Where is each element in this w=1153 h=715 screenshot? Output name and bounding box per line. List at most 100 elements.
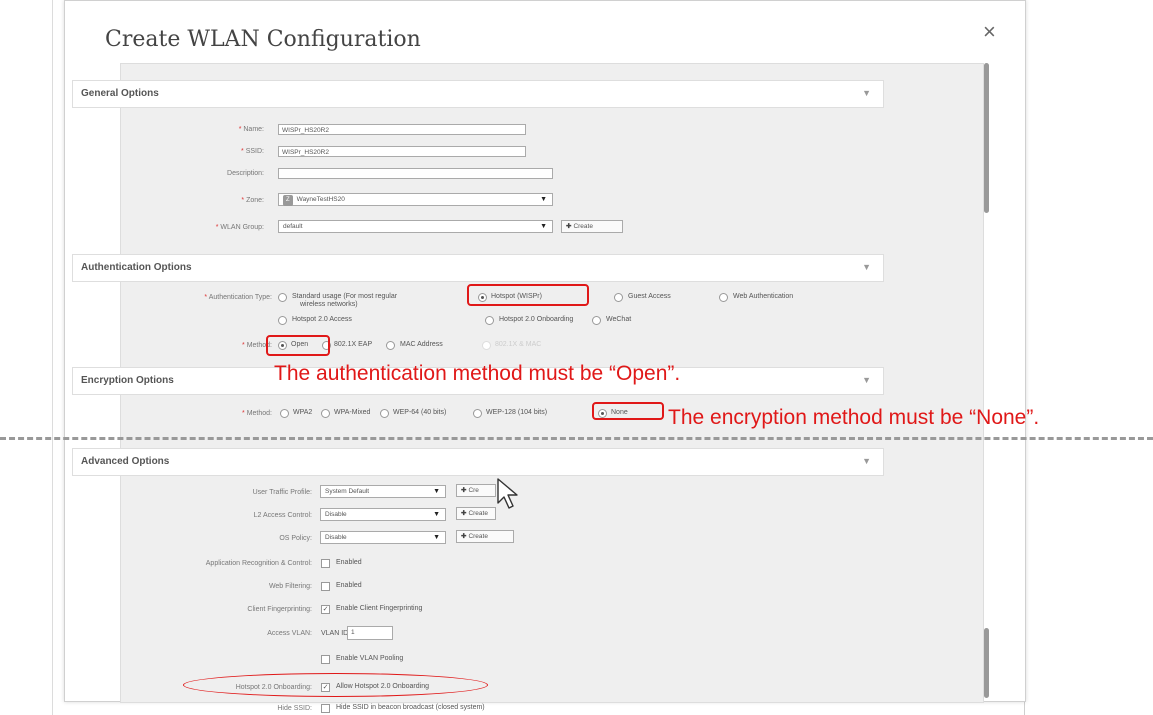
zone-value: WayneTestHS20 bbox=[296, 196, 345, 203]
auth-hotspot20-onboarding-label: Hotspot 2.0 Onboarding bbox=[499, 316, 574, 323]
hide-ssid-text: Hide SSID in beacon broadcast (closed sy… bbox=[336, 704, 485, 711]
enc-wpa2-radio[interactable] bbox=[280, 409, 289, 418]
section-title: Encryption Options bbox=[81, 375, 174, 386]
l2-access-label: L2 Access Control: bbox=[253, 512, 312, 519]
section-authentication-options[interactable]: Authentication Options ▼ bbox=[72, 254, 884, 282]
section-title: General Options bbox=[81, 88, 159, 99]
create-os-policy-button[interactable]: ✚ Create bbox=[456, 530, 514, 543]
enc-wep128-label: WEP-128 (104 bits) bbox=[486, 409, 548, 416]
plus-icon: ✚ bbox=[461, 510, 467, 517]
auth-wechat-radio[interactable] bbox=[592, 316, 601, 325]
plus-icon: ✚ bbox=[461, 533, 467, 540]
highlight-hotspot-wispr bbox=[467, 284, 589, 306]
auth-hotspot20-access-label: Hotspot 2.0 Access bbox=[292, 316, 352, 323]
chevron-down-icon: ▼ bbox=[433, 488, 440, 495]
plus-icon: ✚ bbox=[461, 487, 467, 494]
enc-wpa2-label: WPA2 bbox=[293, 409, 313, 416]
vlan-pooling-checkbox[interactable] bbox=[321, 655, 330, 664]
app-recognition-checkbox[interactable] bbox=[321, 559, 330, 568]
dashed-divider bbox=[0, 437, 1153, 440]
enc-wep64-label: WEP-64 (40 bits) bbox=[393, 409, 447, 416]
chevron-down-icon[interactable]: ▼ bbox=[862, 88, 871, 98]
chevron-down-icon: ▼ bbox=[433, 534, 440, 541]
ssid-label: * SSID: bbox=[241, 148, 264, 155]
chevron-down-icon[interactable]: ▼ bbox=[862, 375, 871, 385]
chevron-down-icon: ▼ bbox=[433, 511, 440, 518]
auth-guest-access-radio[interactable] bbox=[614, 293, 623, 302]
client-fingerprinting-text: Enable Client Fingerprinting bbox=[336, 605, 423, 612]
enc-wep64-radio[interactable] bbox=[380, 409, 389, 418]
description-input[interactable] bbox=[278, 168, 553, 179]
vlan-pooling-label: Enable VLAN Pooling bbox=[336, 655, 404, 662]
mouse-cursor-icon bbox=[497, 478, 518, 509]
section-advanced-options[interactable]: Advanced Options ▼ bbox=[72, 448, 884, 476]
wlan-group-select[interactable]: default ▼ bbox=[278, 220, 553, 233]
user-traffic-label: User Traffic Profile: bbox=[252, 489, 312, 496]
wlan-group-value: default bbox=[283, 223, 303, 230]
auth-type-label: * Authentication Type: bbox=[204, 294, 272, 301]
description-label: Description: bbox=[227, 170, 264, 177]
auth-method-annotation: The authentication method must be “Open”… bbox=[274, 362, 681, 385]
chevron-down-icon[interactable]: ▼ bbox=[862, 262, 871, 272]
auth-hotspot20-onboarding-radio[interactable] bbox=[485, 316, 494, 325]
vlan-id-input[interactable]: 1 bbox=[347, 626, 393, 640]
chevron-down-icon[interactable]: ▼ bbox=[862, 456, 871, 466]
wlan-group-label: * WLAN Group: bbox=[215, 224, 264, 231]
auth-standard-radio[interactable] bbox=[278, 293, 287, 302]
zone-label: * Zone: bbox=[241, 197, 264, 204]
create-l2-button[interactable]: ✚ Create bbox=[456, 507, 496, 520]
app-recognition-enabled-label: Enabled bbox=[336, 559, 362, 566]
os-policy-label: OS Policy: bbox=[279, 535, 312, 542]
section-title: Authentication Options bbox=[81, 262, 192, 273]
auth-web-authentication-label: Web Authentication bbox=[733, 293, 794, 300]
zone-badge: Z bbox=[283, 195, 293, 206]
method-mac-address-label: MAC Address bbox=[400, 341, 443, 348]
highlight-hotspot20-onboarding bbox=[183, 673, 488, 697]
chevron-down-icon: ▼ bbox=[540, 223, 547, 230]
web-filtering-label: Web Filtering: bbox=[268, 583, 312, 590]
chevron-down-icon: ▼ bbox=[540, 196, 547, 203]
hide-ssid-label: Hide SSID: bbox=[277, 705, 312, 712]
auth-standard-label-2: wireless networks) bbox=[300, 301, 358, 308]
auth-web-authentication-radio[interactable] bbox=[719, 293, 728, 302]
l2-access-select[interactable]: Disable ▼ bbox=[320, 508, 446, 521]
auth-standard-label: Standard usage (For most regular bbox=[292, 293, 398, 300]
scrollbar-thumb[interactable] bbox=[984, 63, 989, 213]
enc-wpa-mixed-label: WPA-Mixed bbox=[334, 409, 371, 416]
app-recognition-label: Application Recognition & Control: bbox=[205, 560, 312, 567]
access-vlan-label: Access VLAN: bbox=[267, 630, 312, 637]
close-icon[interactable]: × bbox=[983, 19, 996, 45]
method-mac-address-radio[interactable] bbox=[386, 341, 395, 350]
hide-ssid-checkbox[interactable] bbox=[321, 704, 330, 713]
plus-icon: ✚ bbox=[566, 223, 572, 230]
highlight-method-open bbox=[266, 335, 330, 356]
auth-hotspot20-access-radio[interactable] bbox=[278, 316, 287, 325]
user-traffic-select[interactable]: System Default ▼ bbox=[320, 485, 446, 498]
scrollbar-thumb-lower[interactable] bbox=[984, 628, 989, 698]
method-8021x-mac-radio[interactable] bbox=[482, 341, 491, 350]
client-fingerprinting-checkbox[interactable]: ✓ bbox=[321, 605, 330, 614]
vlan-id-label: VLAN ID bbox=[321, 630, 349, 637]
auth-method-label: * Method: bbox=[242, 342, 272, 349]
encryption-method-label: * Method: bbox=[242, 410, 272, 417]
os-policy-select[interactable]: Disable ▼ bbox=[320, 531, 446, 544]
method-8021x-eap-label: 802.1X EAP bbox=[334, 341, 373, 348]
enc-wep128-radio[interactable] bbox=[473, 409, 482, 418]
highlight-encryption-none bbox=[592, 402, 664, 420]
auth-guest-access-label: Guest Access bbox=[628, 293, 671, 300]
web-filtering-checkbox[interactable] bbox=[321, 582, 330, 591]
web-filtering-enabled-label: Enabled bbox=[336, 582, 362, 589]
create-wlan-group-button[interactable]: ✚ Create bbox=[561, 220, 623, 233]
left-guide-line bbox=[52, 0, 53, 715]
ssid-input[interactable]: WISPr_HS20R2 bbox=[278, 146, 526, 157]
section-general-options[interactable]: General Options ▼ bbox=[72, 80, 884, 108]
section-title: Advanced Options bbox=[81, 456, 170, 467]
client-fingerprinting-label: Client Fingerprinting: bbox=[247, 606, 312, 613]
scrollbar[interactable] bbox=[983, 63, 991, 701]
enc-wpa-mixed-radio[interactable] bbox=[321, 409, 330, 418]
dialog-title: Create WLAN Configuration bbox=[105, 27, 421, 52]
zone-select[interactable]: Z WayneTestHS20 ▼ bbox=[278, 193, 553, 206]
create-user-traffic-button[interactable]: ✚ Cre bbox=[456, 484, 496, 497]
method-8021x-mac-label: 802.1X & MAC bbox=[495, 341, 542, 348]
name-input[interactable]: WISPr_HS20R2 bbox=[278, 124, 526, 135]
